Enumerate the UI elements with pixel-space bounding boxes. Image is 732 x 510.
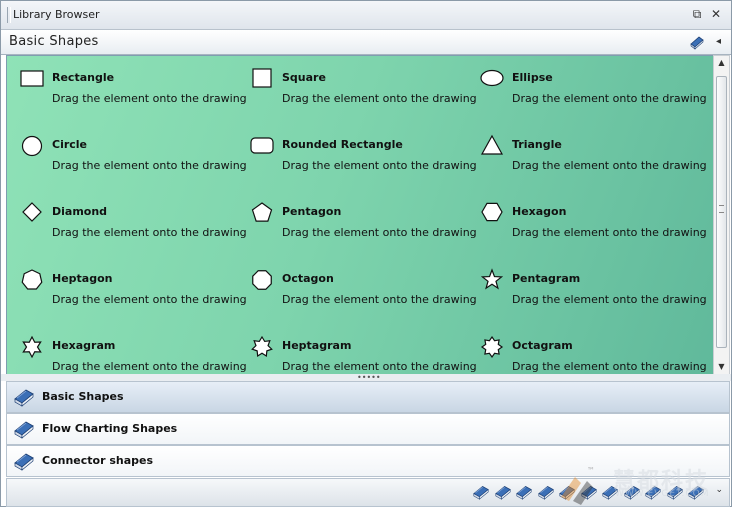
shape-label: Pentagon [282,205,342,218]
splitter[interactable]: ••••• [1,374,731,382]
title-grip[interactable] [7,7,11,23]
shape-label: Ellipse [512,71,553,84]
shape-item-pentagon[interactable]: Pentagon Drag the element onto the drawin… [250,196,480,256]
octagon-icon[interactable] [250,268,274,292]
title-bar[interactable]: Library Browser ⧉ ✕ [1,1,731,30]
library-book-icon[interactable] [689,34,705,50]
scroll-down-icon[interactable]: ▼ [714,360,729,374]
octagram-icon[interactable] [480,335,504,359]
heptagram-icon[interactable] [250,335,274,359]
heptagon-icon[interactable] [20,268,44,292]
shape-item-octagram[interactable]: Octagram Drag the element onto the drawin… [480,330,710,374]
library-book-icon[interactable] [13,387,35,407]
library-book-icon[interactable] [472,484,490,500]
vertical-scrollbar[interactable]: ▲ ▼ [713,55,730,375]
shape-item-hexagon[interactable]: Hexagon Drag the element onto the drawing [480,196,710,256]
shape-description: Drag the element onto the drawing [282,360,477,373]
library-tab-basic-shapes[interactable]: Basic Shapes [6,381,730,413]
shape-label: Hexagram [52,339,116,352]
shape-description: Drag the element onto the drawing [512,226,707,239]
hexagon-icon[interactable] [480,201,504,225]
circle-icon[interactable] [20,134,44,158]
watermark: ™ 慧都科技 WWW.EVGET.COM [553,463,731,507]
splitter-grip[interactable]: ••••• [357,374,381,382]
library-book-icon[interactable] [13,451,35,471]
shape-description: Drag the element onto the drawing [512,293,707,306]
shape-label: Heptagon [52,272,113,285]
close-icon[interactable]: ✕ [708,6,724,22]
shape-label: Octagram [512,339,573,352]
shape-item-ellipse[interactable]: Ellipse Drag the element onto the drawing [480,62,710,122]
library-tab-label: Connector shapes [42,454,154,467]
shape-description: Drag the element onto the drawing [512,159,707,172]
library-tab-label: Basic Shapes [42,390,124,403]
shape-item-pentagram[interactable]: Pentagram Drag the element onto the drawi… [480,263,710,323]
scroll-up-icon[interactable]: ▲ [714,56,729,70]
library-shortcut[interactable] [472,484,490,500]
library-book-icon[interactable] [515,484,533,500]
diamond-icon[interactable] [20,201,44,225]
library-book-icon[interactable] [13,419,35,439]
shape-description: Drag the element onto the drawing [512,92,707,105]
shape-description: Drag the element onto the drawing [52,293,247,306]
library-browser-window: Library Browser ⧉ ✕ Basic Shapes ◂ Recta… [0,0,732,507]
collapse-icon[interactable]: ◂ [716,34,721,50]
shape-description: Drag the element onto the drawing [52,92,247,105]
shape-description: Drag the element onto the drawing [52,159,247,172]
rounded-rectangle-icon[interactable] [250,134,274,158]
shape-label: Heptagram [282,339,352,352]
square-icon[interactable] [250,67,274,91]
shape-grid: Rectangle Drag the element onto the drawi… [6,55,714,375]
scroll-thumb[interactable] [716,76,727,348]
shape-item-heptagon[interactable]: Heptagon Drag the element onto the drawin… [20,263,250,323]
shape-label: Circle [52,138,88,151]
watermark-logo: ™ [561,466,595,505]
pentagon-icon[interactable] [250,201,274,225]
shape-label: Triangle [512,138,562,151]
rectangle-icon[interactable] [20,67,44,91]
library-tab-flow-charting-shapes[interactable]: Flow Charting Shapes [6,413,730,445]
library-shortcut[interactable] [494,484,512,500]
shape-description: Drag the element onto the drawing [282,159,477,172]
shape-item-hexagram[interactable]: Hexagram Drag the element onto the drawin… [20,330,250,374]
watermark-url: WWW.EVGET.COM [615,489,710,499]
shape-label: Diamond [52,205,108,218]
ellipse-icon[interactable] [480,67,504,91]
library-shortcut[interactable] [537,484,555,500]
shape-label: Pentagram [512,272,581,285]
shape-description: Drag the element onto the drawing [282,226,477,239]
shape-description: Drag the element onto the drawing [282,92,477,105]
library-book-icon[interactable] [494,484,512,500]
shape-label: Rounded Rectangle [282,138,403,151]
shape-item-triangle[interactable]: Triangle Drag the element onto the drawin… [480,129,710,189]
shape-item-square[interactable]: Square Drag the element onto the drawing [250,62,480,122]
shape-item-heptagram[interactable]: Heptagram Drag the element onto the drawi… [250,330,480,374]
pin-icon[interactable]: ⧉ [689,6,705,22]
shape-label: Square [282,71,326,84]
section-header[interactable]: Basic Shapes ◂ [1,30,731,55]
triangle-icon[interactable] [480,134,504,158]
shape-label: Octagon [282,272,334,285]
hexagram-icon[interactable] [20,335,44,359]
shape-description: Drag the element onto the drawing [512,360,707,373]
shape-label: Hexagon [512,205,567,218]
window-title: Library Browser [13,8,100,21]
pentagram-icon[interactable] [480,268,504,292]
shape-description: Drag the element onto the drawing [282,293,477,306]
shape-item-octagon[interactable]: Octagon Drag the element onto the drawing [250,263,480,323]
library-tab-label: Flow Charting Shapes [42,422,178,435]
shape-item-diamond[interactable]: Diamond Drag the element onto the drawing [20,196,250,256]
section-title: Basic Shapes [9,34,99,49]
svg-text:™: ™ [587,466,595,475]
shape-item-rectangle[interactable]: Rectangle Drag the element onto the drawi… [20,62,250,122]
shape-description: Drag the element onto the drawing [52,360,247,373]
shape-label: Rectangle [52,71,115,84]
library-shortcut[interactable] [515,484,533,500]
library-book-icon[interactable] [537,484,555,500]
shape-item-rounded-rectangle[interactable]: Rounded Rectangle Drag the element onto t… [250,129,480,189]
shape-item-circle[interactable]: Circle Drag the element onto the drawing [20,129,250,189]
shape-description: Drag the element onto the drawing [52,226,247,239]
